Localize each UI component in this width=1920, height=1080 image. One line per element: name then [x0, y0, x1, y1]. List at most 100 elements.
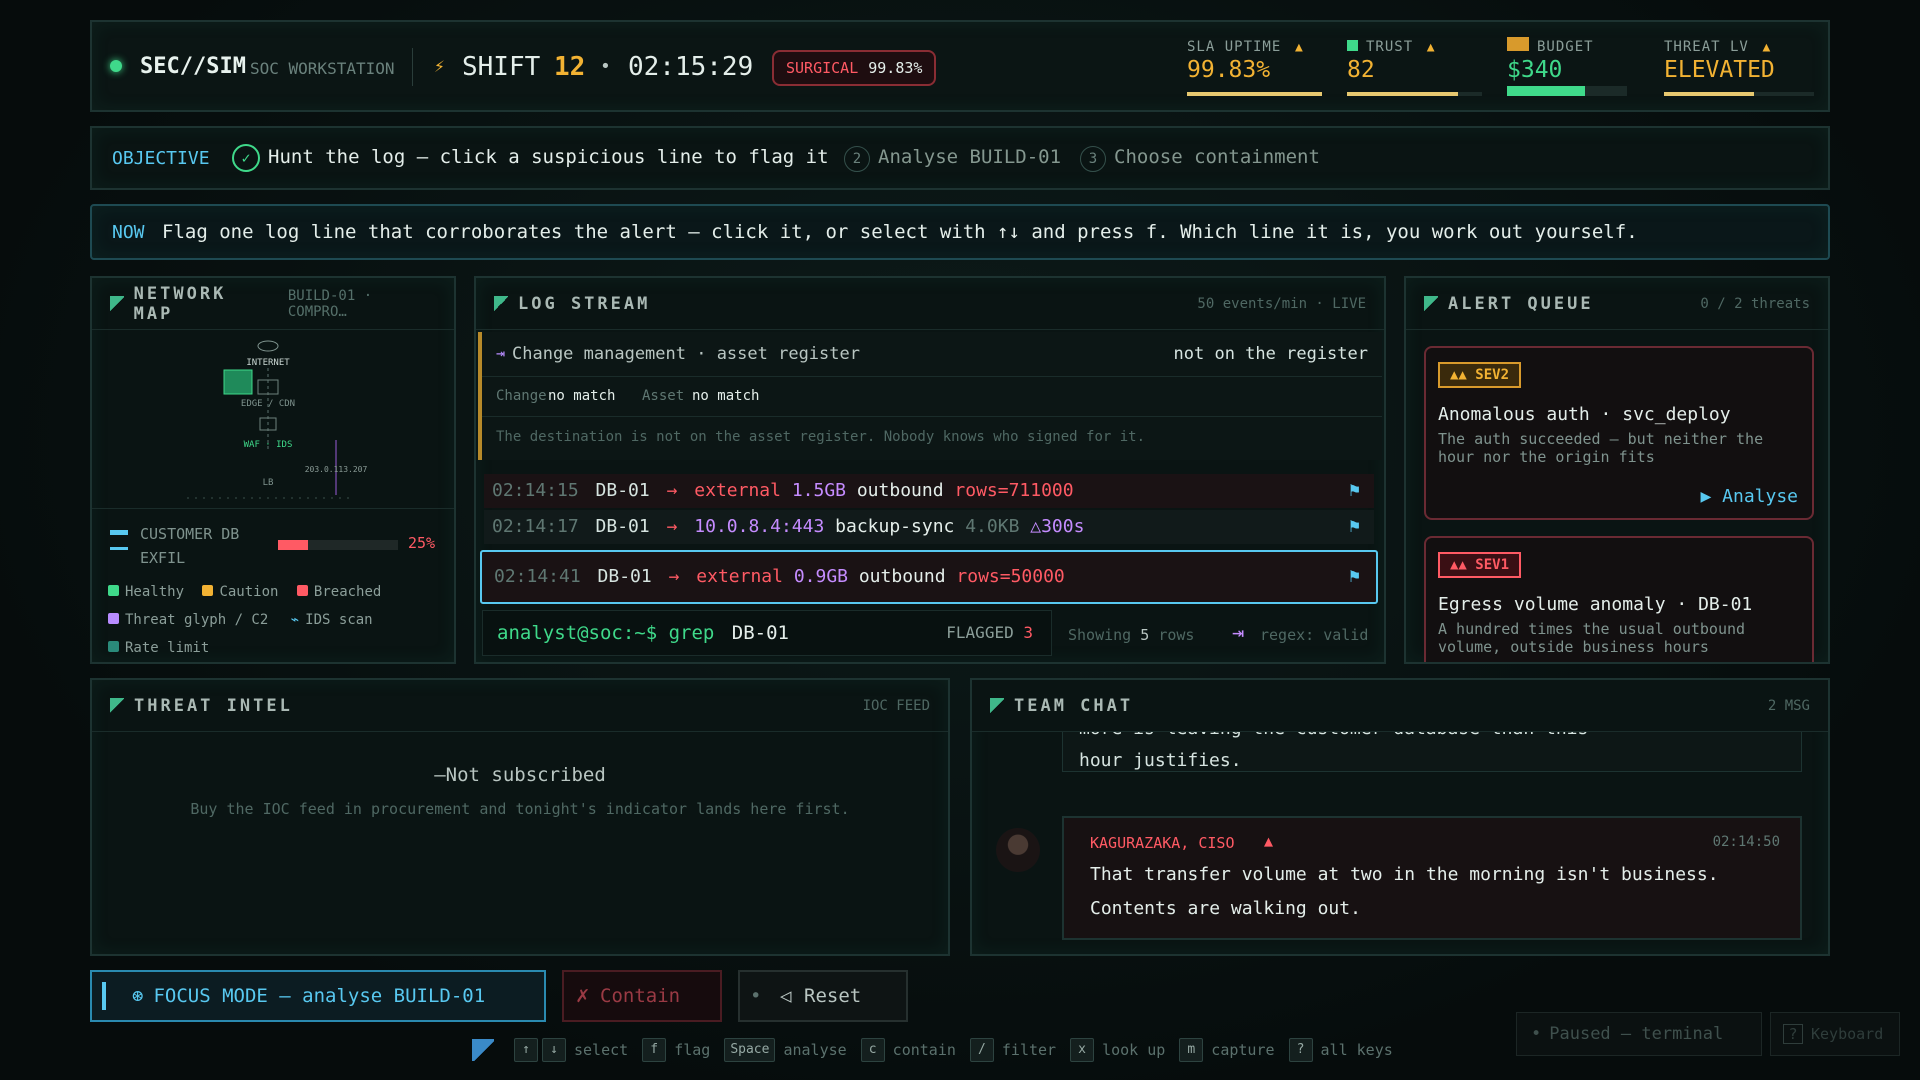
- panel-subtitle: IOC FEED: [862, 697, 930, 714]
- rows-counter: Showing 5 rows: [1068, 626, 1194, 644]
- context-status: not on the register: [1173, 344, 1368, 364]
- reset-button[interactable]: • ◁ Reset: [738, 970, 908, 1022]
- alert-queue-panel: ALERT QUEUE 0 / 2 threats ▲▲ SEV2 Anomal…: [1404, 276, 1830, 664]
- stat-label: THREAT LV: [1664, 39, 1749, 55]
- hotkey-label: all keys: [1320, 1041, 1393, 1059]
- showing-label: Showing: [1068, 626, 1132, 644]
- alert-card-sev1[interactable]: ▲▲ SEV1 Egress volume anomaly · DB-01 A …: [1424, 536, 1814, 662]
- contain-button[interactable]: ✗ Contain: [562, 970, 722, 1022]
- log-row[interactable]: 02:14:17 DB-01 → 10.0.8.4:443 backup-syn…: [484, 510, 1374, 544]
- stat-label: SLA UPTIME: [1187, 39, 1282, 55]
- log-row-selected[interactable]: 02:14:41 DB-01 → external 0.9GB outbound…: [480, 550, 1378, 604]
- alert-description: The auth succeeded — but neither the hou…: [1438, 430, 1764, 466]
- showing-count: 5: [1140, 626, 1150, 644]
- hotkey-label: filter: [1001, 1041, 1057, 1059]
- log-time: 02:14:15: [492, 480, 579, 501]
- objective-bar: OBJECTIVE ✓ Hunt the log — click a suspi…: [90, 126, 1830, 190]
- context-icon: ⇥: [496, 344, 506, 362]
- exfil-value: 25%: [408, 534, 436, 552]
- grep-input[interactable]: analyst@soc:~$ grep DB-01 FLAGGED 3: [482, 610, 1052, 656]
- step-2-number: 2: [844, 146, 870, 172]
- stat-bar: [1507, 86, 1627, 96]
- cursor-glyph-icon: ⇥: [1232, 620, 1245, 644]
- paused-status[interactable]: • Paused — terminal: [1516, 1012, 1762, 1056]
- step-1-text[interactable]: Hunt the log — click a suspicious line t…: [268, 146, 829, 168]
- keyboard-toggle[interactable]: ? Keyboard: [1770, 1012, 1900, 1056]
- step-check-icon: ✓: [232, 144, 260, 172]
- log-direction: outbound: [856, 480, 944, 501]
- key-up[interactable]: ↑: [514, 1038, 538, 1062]
- context-card: ⇥ Change management · asset register not…: [478, 332, 1382, 460]
- paused-label: Paused — terminal: [1549, 1024, 1724, 1044]
- log-extra: rows=50000: [956, 566, 1065, 587]
- node-external-ip: 203.0.113.207: [305, 465, 368, 474]
- mode-value: 99.83%: [868, 59, 923, 77]
- brand-subtitle: SOC WORKSTATION: [250, 59, 395, 78]
- legend-rate-swatch: [108, 641, 119, 652]
- divider: [412, 48, 413, 86]
- key-m[interactable]: m: [1179, 1038, 1204, 1062]
- key-x[interactable]: x: [1070, 1038, 1095, 1062]
- top-bar: SEC//SIM SOC WORKSTATION ⚡ SHIFT 12 • 02…: [90, 20, 1830, 112]
- stat-bar-fill: [1187, 92, 1322, 96]
- key-question[interactable]: ?: [1288, 1038, 1313, 1062]
- alert-description: A hundred times the usual outbound volum…: [1438, 620, 1746, 656]
- stat-bar: [1187, 92, 1322, 96]
- warning-icon: ▲: [1762, 40, 1771, 55]
- analyse-button[interactable]: ▶ Analyse: [1700, 486, 1798, 507]
- panel-title: ALERT QUEUE: [1448, 293, 1594, 314]
- status-dot-icon: [110, 60, 122, 72]
- log-dest: 10.0.8.4:443: [694, 516, 825, 537]
- brand-title: SEC//SIM: [140, 54, 246, 79]
- flag-line-icon[interactable]: ⚑: [1349, 510, 1360, 544]
- flagged-label: FLAGGED: [946, 623, 1014, 642]
- hotkey-label: flag: [674, 1041, 711, 1059]
- separator-dot: •: [600, 56, 611, 77]
- hotkey-label: contain: [892, 1041, 956, 1059]
- event-rate: 50 events/min · LIVE: [1197, 295, 1366, 312]
- hotkey-label: look up: [1102, 1041, 1166, 1059]
- shell-prompt: analyst@soc:~$ grep: [497, 622, 715, 644]
- alert-card-sev2[interactable]: ▲▲ SEV2 Anomalous auth · svc_deploy The …: [1424, 346, 1814, 520]
- log-size: 4.0KB: [965, 516, 1020, 537]
- key-space[interactable]: Space: [724, 1038, 776, 1062]
- flag-icon: [1424, 295, 1438, 312]
- key-f[interactable]: f: [642, 1038, 667, 1062]
- hotkey-label: capture: [1211, 1041, 1275, 1059]
- legend-breached: Breached: [313, 584, 382, 600]
- context-note: The destination is not on the asset regi…: [496, 429, 1146, 445]
- budget-icon: [1507, 37, 1529, 51]
- help-icon: ?: [1783, 1024, 1803, 1044]
- focus-mode-button[interactable]: ⊛ FOCUS MODE — analyse BUILD-01: [90, 970, 546, 1022]
- network-topology-diagram[interactable]: INTERNET EDGE / CDN WAF · IDS LB 203.0.1…: [92, 330, 454, 500]
- internet-node-icon: [257, 340, 279, 352]
- contain-x-icon: ✗: [576, 983, 590, 1008]
- flag-line-icon[interactable]: ⚑: [1349, 552, 1360, 602]
- node-internet: INTERNET: [246, 358, 290, 368]
- log-direction: outbound: [858, 566, 946, 587]
- panel-header: ALERT QUEUE 0 / 2 threats: [1406, 278, 1828, 330]
- stat-bar-fill: [1507, 86, 1585, 96]
- key-slash[interactable]: /: [969, 1038, 994, 1062]
- flagged-count: 3: [1023, 623, 1033, 642]
- flag-icon: [494, 295, 508, 312]
- stat-bar: [1664, 92, 1814, 96]
- log-time: 02:14:41: [494, 566, 581, 587]
- stat-threat-level: THREAT LV ▲ ELEVATED: [1664, 36, 1814, 100]
- warning-icon: ▲: [1294, 40, 1303, 55]
- warning-icon: ▲: [1426, 40, 1435, 55]
- log-row[interactable]: 02:14:15 DB-01 → external 1.5GB outbound…: [484, 474, 1374, 508]
- legend-breached-swatch: [296, 585, 308, 596]
- panel-title: NETWORK MAP: [133, 283, 227, 324]
- focus-label: FOCUS MODE — analyse BUILD-01: [153, 985, 486, 1007]
- flag-line-icon[interactable]: ⚑: [1349, 474, 1360, 508]
- dot-icon: •: [1531, 1024, 1542, 1044]
- network-map-panel: NETWORK MAP BUILD-01 · COMPRO… INTERNET …: [90, 276, 456, 664]
- key-down[interactable]: ↓: [542, 1038, 566, 1062]
- stat-bar-fill: [1664, 92, 1754, 96]
- panel-header: NETWORK MAP BUILD-01 · COMPRO…: [92, 278, 454, 330]
- key-c[interactable]: c: [860, 1038, 885, 1062]
- message-count: 2 MSG: [1767, 697, 1810, 714]
- now-instruction-bar: NOW Flag one log line that corroborates …: [90, 204, 1830, 260]
- legend-rate-limit: Rate limit: [125, 640, 210, 656]
